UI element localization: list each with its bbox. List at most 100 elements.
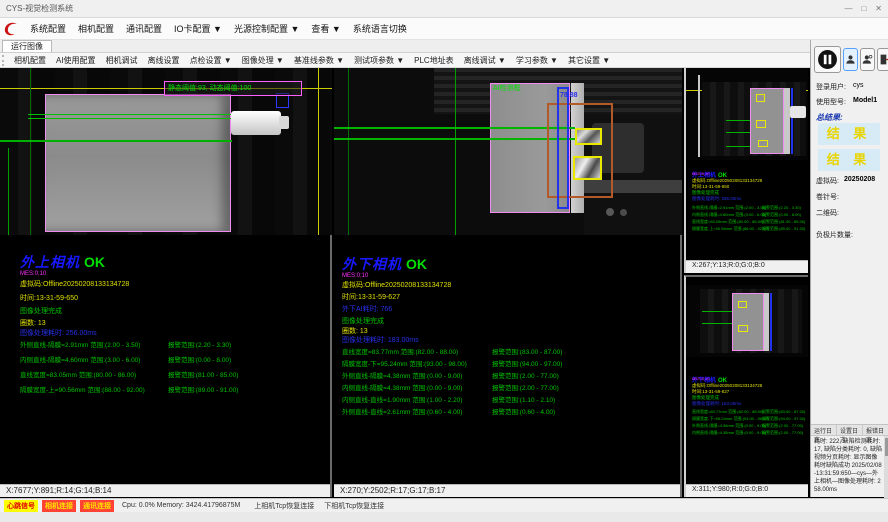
mini-bottom-panel: 外下相机OK MES:0;10 虚拟码:Offline2025020813313… (684, 275, 808, 497)
defect-box-yellow-2 (573, 156, 602, 180)
tool-plc-address[interactable]: PLC地址表 (409, 55, 459, 66)
edge-vline-green (348, 68, 349, 235)
heartbeat-badge: 心跳信号 (4, 500, 38, 512)
left-camera-image[interactable]: 静态阈值:93, 动态阈值:100 (0, 68, 332, 235)
toolbar-drag-handle[interactable] (2, 55, 6, 66)
tool-image-processing[interactable]: 图像处理 ▼ (237, 55, 289, 66)
tool-other-settings[interactable]: 其它设置 ▼ (563, 55, 615, 66)
tool-camera-debug[interactable]: 相机调试 (101, 55, 143, 66)
bright-strip (784, 88, 790, 154)
close-button[interactable]: ✕ (875, 4, 882, 13)
mini-top-camera-image[interactable] (686, 68, 808, 160)
tool-test-params[interactable]: 测试项参数 ▼ (349, 55, 409, 66)
mini-bottom-barcode-line: 虚拟码:Offline20250208133134728 (692, 383, 762, 388)
left-alarm-row: 报警范围:(81.00 - 85.00) (168, 372, 238, 379)
maximize-button[interactable]: □ (861, 4, 866, 13)
mini-bottom-elapsed-line: 图像处理耗时: 183.00ms (692, 401, 741, 406)
user-gear-icon (862, 53, 873, 66)
left-alarm-row: 报警范围:(0.00 - 8.00) (168, 357, 231, 364)
connector-tip (279, 116, 289, 129)
measure-hline-green (702, 323, 732, 324)
menu-item-comm-config[interactable]: 通讯配置 (120, 20, 168, 37)
tool-camera-config[interactable]: 相机配置 (9, 55, 51, 66)
mid-measure-row: 直线宽度=83.77mm 范围:(82.00 - 88.00) (342, 349, 458, 356)
middle-camera-image[interactable]: AI检测框 78.88 (334, 68, 682, 235)
mini-bottom-camera-image[interactable] (686, 285, 808, 357)
mini-top-elapsed-line: 图像处理耗时: 256.00ms (692, 196, 741, 201)
tab-run-image[interactable]: 运行图像 (2, 40, 52, 52)
login-user-value: cys (853, 82, 864, 89)
mid-alarm-row: 报警范围:(2.00 - 77.00) (492, 385, 559, 392)
left-mes-line: MES:0;10 (20, 271, 46, 278)
log-tab-errors[interactable]: 报错日志 (863, 425, 888, 435)
mini-bottom-mes-line: MES:0;10 (692, 377, 710, 382)
tool-learn-params[interactable]: 学习参数 ▼ (511, 55, 563, 66)
tool-spot-check[interactable]: 点检设置 ▼ (185, 55, 237, 66)
mini-bottom-alarm-row: 报警范围:(83.00 - 87.00) (762, 410, 805, 415)
pause-icon (817, 49, 838, 70)
calibration-vline-yellow (318, 68, 319, 235)
mid-alarm-row: 报警范围:(83.00 - 87.00) (492, 349, 562, 356)
log-tab-settings[interactable]: 设置日志 (837, 425, 863, 435)
tool-offline-debug[interactable]: 离线调试 ▼ (459, 55, 511, 66)
tcp-down-status: 下相机Tcp恢复连接 (324, 501, 384, 511)
left-alarm-row: 报警范围:(2.20 - 3.30) (168, 342, 231, 349)
mid-done-line: 图像处理完成 (342, 318, 384, 326)
mini-bottom-alarm-row: 报警范围:(94.00 - 97.00) (762, 417, 805, 422)
bright-vline (698, 75, 700, 157)
qr-code-label: 二维码: (816, 208, 839, 218)
mid-barcode-line: 虚拟码:Offline20250208133134728 (342, 282, 451, 290)
mid-elapsed-line: 图像处理耗时: 183.00ms (342, 337, 419, 345)
measure-value-label: 78.88 (560, 92, 578, 100)
mid-cursor-status: X:270;Y:2502;R:17;G:17;B:17 (334, 484, 680, 497)
exit-door-icon (879, 53, 888, 66)
mini-bottom-cursor-status: X:311;Y:980;R:0;G:0;B:0 (686, 484, 808, 497)
menu-item-light-config[interactable]: 光源控制配置 ▼ (228, 20, 305, 37)
mini-top-measure-row: 外侧直线-隔膜=2.91mm 范围:(2.00 - 3.50) (692, 206, 766, 211)
defect-box-yellow (758, 140, 768, 147)
mini-top-alarm-row: 报警范围:(2.20 - 3.30) (762, 206, 801, 211)
minimize-button[interactable]: — (844, 4, 852, 13)
logout-button[interactable] (877, 48, 888, 71)
mini-bottom-measure-row: 直线宽度=83.77mm 范围:(82.00 - 88.00) (692, 410, 763, 415)
mid-alarm-row: 报警范围:(1.10 - 2.10) (492, 397, 555, 404)
current-user-button[interactable] (843, 48, 858, 71)
tool-offline-settings[interactable]: 离线设置 (143, 55, 185, 66)
menu-item-camera-config[interactable]: 相机配置 (72, 20, 120, 37)
mini-bottom-time-line: 时间:13-31-59-627 (692, 389, 729, 394)
user-manage-button[interactable] (860, 48, 875, 71)
left-turns-line: 圈数: 13 (20, 320, 46, 328)
left-cursor-status: X:7677;Y:891;R:14;G:14;B:14 (0, 484, 330, 497)
connector-part (790, 106, 806, 118)
measure-hline-green-2 (334, 138, 575, 140)
menu-item-system-config[interactable]: 系统配置 (24, 20, 72, 37)
control-buttons (814, 46, 888, 73)
left-done-line: 图像处理完成 (20, 308, 62, 316)
mid-turns-line: 圈数: 13 (342, 328, 368, 336)
menu-item-view[interactable]: 查看 ▼ (305, 20, 346, 37)
mini-top-measure-row: 内侧直线-隔膜=4.60mm 范围:(3.00 - 6.00) (692, 213, 766, 218)
pause-button[interactable] (814, 46, 841, 73)
edge-vline-green-2 (8, 148, 9, 235)
measure-box-blue (557, 87, 569, 209)
log-scrollbar[interactable] (884, 436, 888, 498)
mid-mes-line: MES:0;10 (342, 273, 368, 280)
mid-measure-row: 内侧直线-隔膜=4.38mm 范围:(0.00 - 9.00) (342, 385, 462, 392)
mid-measure-row: 内侧直线-直线=1.90mm 范围:(1.00 - 2.20) (342, 397, 462, 404)
mini-bottom-alarm-row: 报警范围:(2.00 - 77.00) (762, 424, 803, 429)
left-measure-row: 隔膜宽度-上=90.56mm 范围:(88.00 - 92.00) (20, 387, 145, 394)
model-label: 使用型号: (816, 97, 846, 107)
menu-item-io-config[interactable]: IO卡配置 ▼ (168, 20, 228, 37)
log-tab-run[interactable]: 运行日志 (811, 425, 837, 435)
edge-vline-green-2 (455, 68, 456, 235)
measure-hline-green-3 (0, 140, 232, 142)
tool-ai-usage-config[interactable]: AI使用配置 (51, 55, 101, 66)
left-barcode-line: 虚拟码:Offline20250208133134728 (20, 281, 129, 289)
left-measure-row: 内侧直线-隔膜=4.60mm 范围:(3.00 - 6.00) (20, 357, 140, 364)
tool-baseline-params[interactable]: 基准线参数 ▼ (289, 55, 349, 66)
mid-measure-row: 外侧直线-直线=2.61mm 范围:(0.60 - 4.00) (342, 409, 462, 416)
measure-vline-blue (791, 88, 793, 154)
user-icon (845, 53, 856, 66)
menu-item-language-switch[interactable]: 系统语言切换 (347, 20, 413, 37)
mini-top-panel: 外上相机OK MES:0;10 虚拟码:Offline2025020813313… (684, 68, 808, 273)
